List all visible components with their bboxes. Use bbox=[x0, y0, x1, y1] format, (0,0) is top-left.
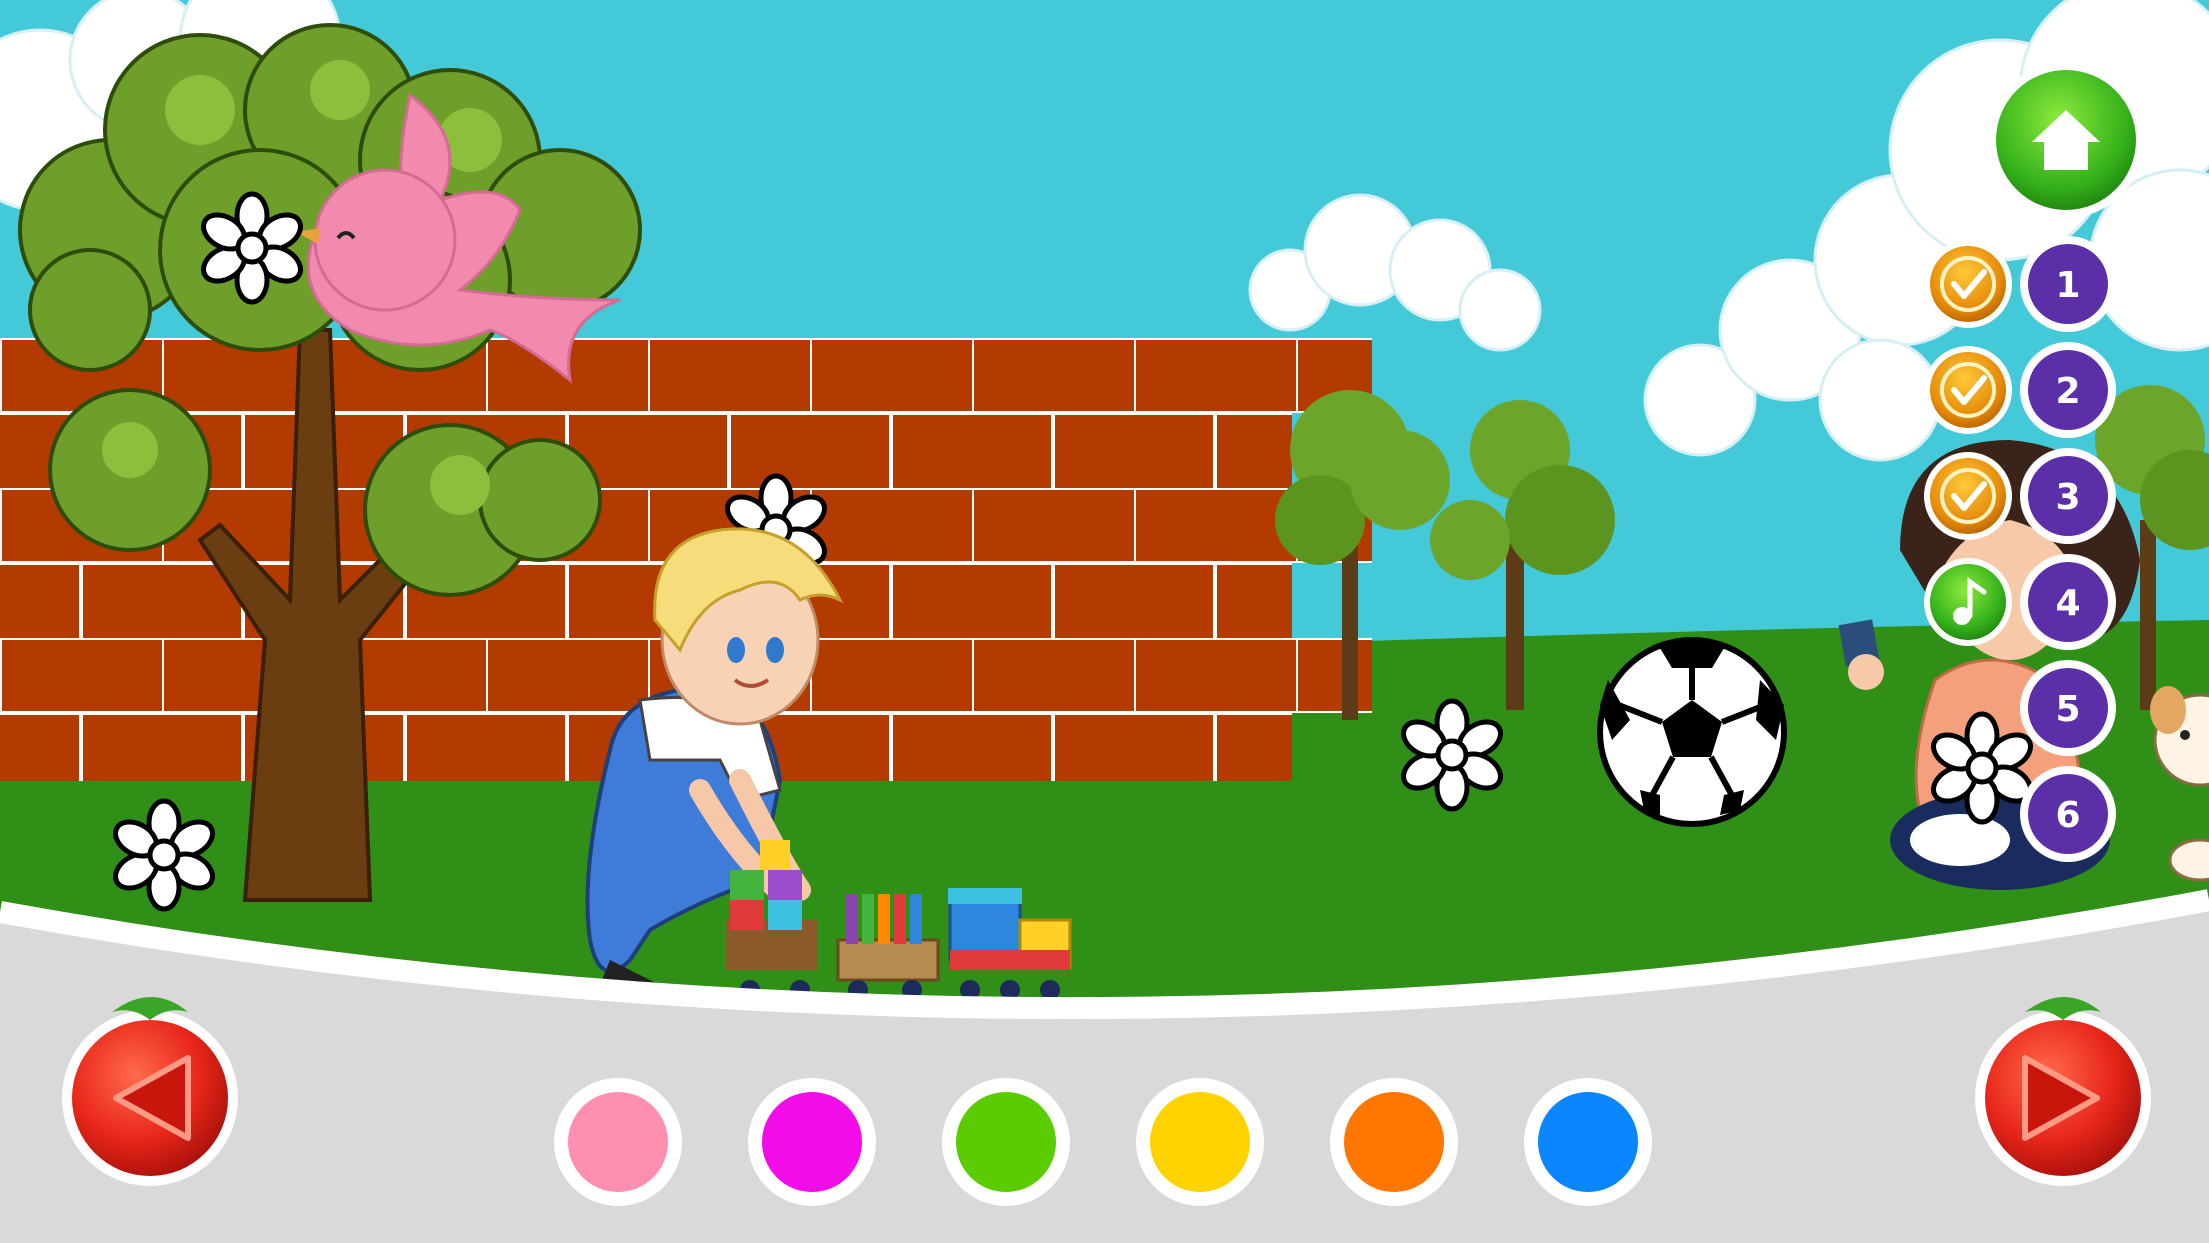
level-completed-badge bbox=[1924, 346, 2012, 434]
level-number: 3 bbox=[2055, 477, 2080, 518]
level-button-1[interactable]: 1 bbox=[2020, 236, 2116, 332]
color-swatch-pink[interactable] bbox=[554, 1078, 682, 1206]
level-number: 4 bbox=[2055, 583, 2080, 624]
level-button-6[interactable]: 6 bbox=[2020, 766, 2116, 862]
soccer-ball[interactable] bbox=[1597, 637, 1787, 827]
level-number: 2 bbox=[2055, 371, 2080, 412]
level-button-2[interactable]: 2 bbox=[2020, 342, 2116, 438]
level-button-4[interactable]: 4 bbox=[2020, 554, 2116, 650]
level-button-5[interactable]: 5 bbox=[2020, 660, 2116, 756]
game-screen: 1 2 3 4 5 6 bbox=[0, 0, 2209, 1243]
level-number: 6 bbox=[2055, 795, 2080, 836]
level-number: 1 bbox=[2055, 265, 2080, 306]
color-swatch-yellow[interactable] bbox=[1136, 1078, 1264, 1206]
home-button[interactable] bbox=[1988, 62, 2144, 218]
level-button-3[interactable]: 3 bbox=[2020, 448, 2116, 544]
level-completed-badge bbox=[1924, 452, 2012, 540]
color-swatch-blue[interactable] bbox=[1524, 1078, 1652, 1206]
level-number: 5 bbox=[2055, 689, 2080, 730]
level-current-badge bbox=[1924, 558, 2012, 646]
coloring-scene: 1 2 3 4 5 6 bbox=[0, 0, 2209, 1243]
color-swatch-orange[interactable] bbox=[1330, 1078, 1458, 1206]
level-completed-badge bbox=[1924, 240, 2012, 328]
color-swatch-green[interactable] bbox=[942, 1078, 1070, 1206]
color-swatch-magenta[interactable] bbox=[748, 1078, 876, 1206]
